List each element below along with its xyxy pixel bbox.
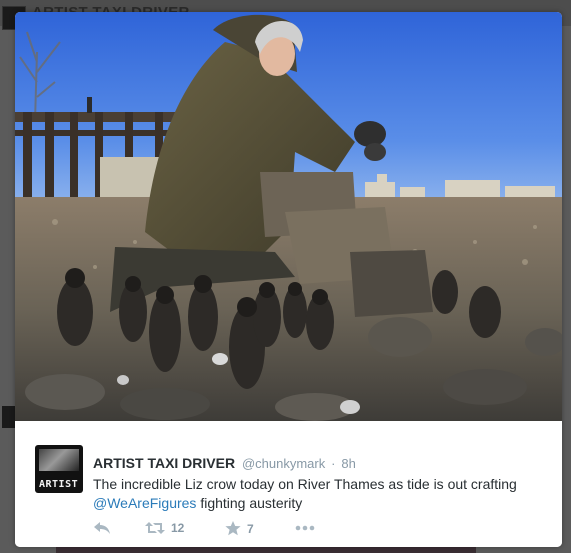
more-dots-icon xyxy=(295,525,315,531)
tweet-timestamp[interactable]: 8h xyxy=(341,456,355,471)
tweet-actions: 12 7 xyxy=(93,521,533,541)
favorite-button[interactable]: 7 xyxy=(225,521,254,536)
separator-dot: · xyxy=(331,456,336,471)
reply-icon xyxy=(94,522,110,534)
tweet-text-main: The incredible Liz crow today on River T… xyxy=(93,476,517,492)
avatar-label: ARTIST xyxy=(39,479,79,490)
tweet-header: ARTIST TAXI DRIVER @chunkymark · 8h xyxy=(93,455,356,471)
media-modal: ARTIST ARTIST TAXI DRIVER @chunkymark · … xyxy=(15,12,562,547)
retweet-button[interactable]: 12 xyxy=(145,521,184,535)
reply-button[interactable] xyxy=(93,521,111,535)
avatar-artwork xyxy=(39,449,79,471)
retweet-count: 12 xyxy=(171,521,185,535)
tweet-text: The incredible Liz crow today on River T… xyxy=(93,475,543,513)
tweet-details: ARTIST ARTIST TAXI DRIVER @chunkymark · … xyxy=(15,421,562,547)
author-avatar[interactable]: ARTIST xyxy=(35,445,83,493)
star-icon xyxy=(225,521,241,536)
mention-link[interactable]: @WeAreFigures xyxy=(93,495,196,511)
more-button[interactable] xyxy=(295,525,315,531)
author-name[interactable]: ARTIST TAXI DRIVER xyxy=(93,455,235,471)
background-avatar-second xyxy=(2,406,16,428)
favorite-count: 7 xyxy=(247,521,254,536)
author-handle[interactable]: @chunkymark xyxy=(242,456,325,471)
tweet-text-tail: fighting austerity xyxy=(196,495,303,511)
tweet-photo[interactable] xyxy=(15,12,562,421)
retweet-icon xyxy=(145,522,165,534)
